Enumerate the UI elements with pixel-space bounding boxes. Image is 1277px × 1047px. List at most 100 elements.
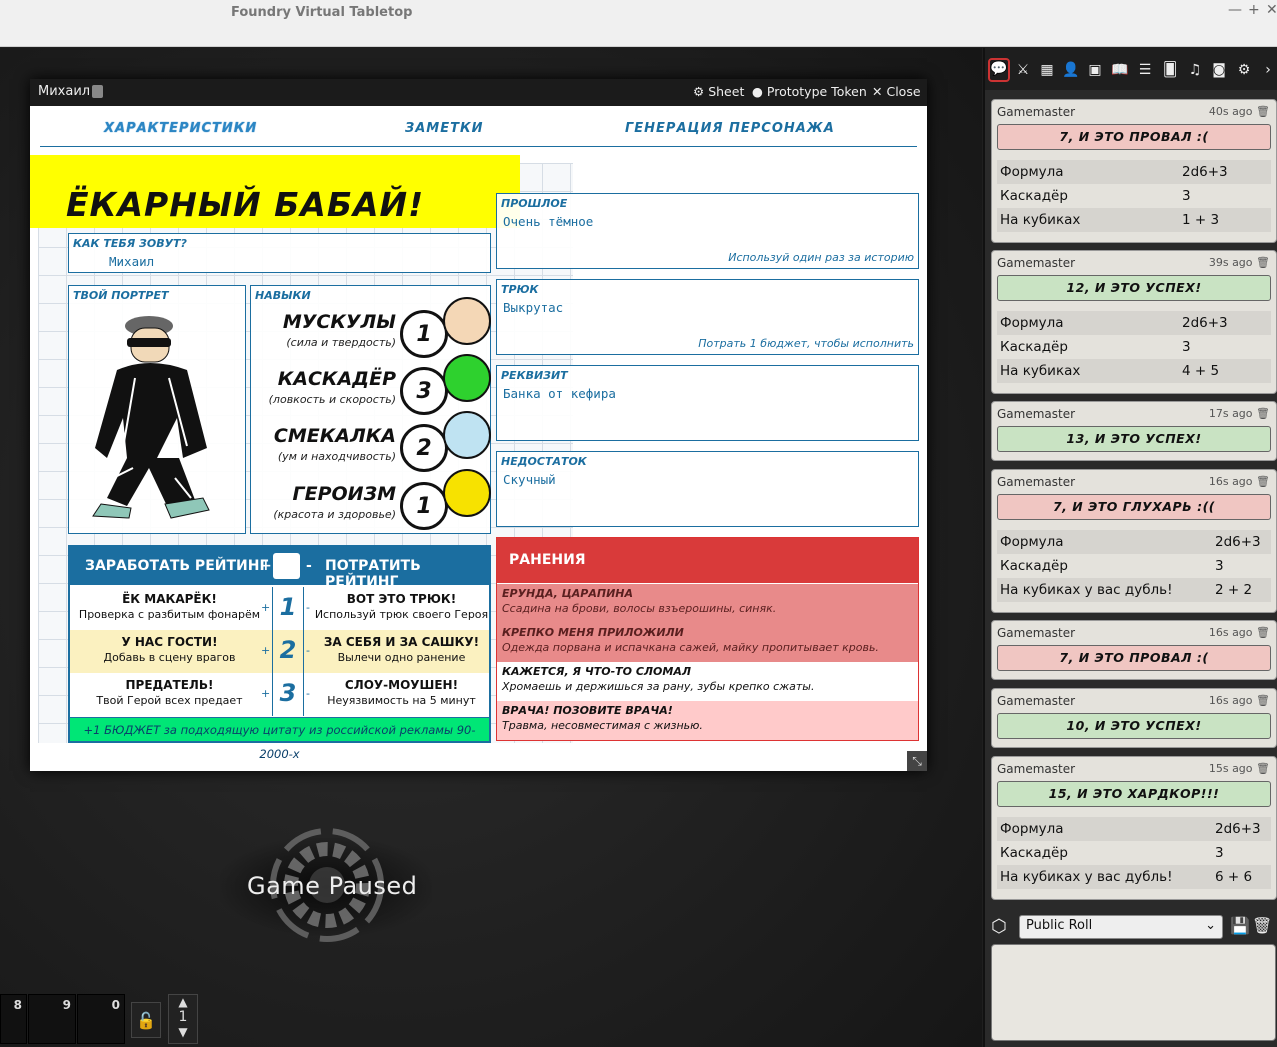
chat-message[interactable]: Gamemaster 40s ago 🗑 7, И ЭТО ПРОВАЛ :( … bbox=[991, 99, 1277, 243]
past-hint: Используй один раз за историю bbox=[728, 251, 914, 264]
trash-icon: 🗑 bbox=[1256, 626, 1270, 639]
trick-value[interactable]: Выкрутас bbox=[503, 300, 563, 315]
game-paused-label: Game Paused bbox=[247, 872, 418, 900]
rating-earn-option[interactable]: ПРЕДАТЕЛЬ! Твой Герой всех предает bbox=[72, 678, 267, 707]
wound-row[interactable]: КАЖЕТСЯ, Я ЧТО-ТО СЛОМАЛ Хромаешь и держи… bbox=[497, 662, 918, 701]
skill-value[interactable]: 1 bbox=[400, 482, 448, 530]
lock-icon[interactable]: 🔓 bbox=[131, 1002, 161, 1038]
rating-row: У НАС ГОСТИ! Добавь в сцену врагов + 2 - … bbox=[70, 630, 489, 673]
macro-slot[interactable]: 8 bbox=[0, 994, 27, 1044]
skill-description: (красота и здоровье) bbox=[273, 508, 396, 521]
roll-detail-line: Формула 2d6+3 bbox=[997, 530, 1271, 554]
chat-message-input[interactable] bbox=[991, 944, 1276, 1041]
name-field-value[interactable]: Михаил bbox=[109, 254, 154, 269]
wound-row[interactable]: КРЕПКО МЕНЯ ПРИЛОЖИЛИ Одежда порвана и ис… bbox=[497, 623, 918, 662]
close-window-button[interactable]: ✕ bbox=[1266, 2, 1277, 18]
minimize-button[interactable]: — bbox=[1228, 2, 1242, 18]
resize-handle-icon[interactable]: ⤡ bbox=[907, 751, 927, 771]
compendium-tab-icon[interactable]: ◙ bbox=[1210, 61, 1228, 79]
skill-value[interactable]: 3 bbox=[400, 367, 448, 415]
rating-earn-option[interactable]: ЁК МАКАРЁК! Проверка с разбитым фонарём bbox=[72, 592, 267, 621]
name-field[interactable]: КАК ТЕБЯ ЗОВУТ? Михаил bbox=[68, 233, 491, 273]
gear-icon: ⚙ bbox=[693, 84, 705, 99]
chat-tab-icon[interactable]: 💬 bbox=[988, 58, 1010, 82]
rating-panel: ЗАРАБОТАТЬ РЕЙТИНГ + - ПОТРАТИТЬ РЕЙТИНГ… bbox=[68, 545, 491, 761]
message-timestamp: 16s ago 🗑 bbox=[1208, 694, 1270, 707]
prototype-token-button[interactable]: ● Prototype Token bbox=[752, 84, 867, 99]
actors-tab-icon[interactable]: 👤 bbox=[1062, 61, 1080, 79]
chat-message[interactable]: Gamemaster 17s ago 🗑 13, И ЭТО УСПЕХ! bbox=[991, 401, 1277, 461]
wound-row[interactable]: ЕРУНДА, ЦАРАПИНА Ссадина на брови, волосы… bbox=[497, 584, 918, 623]
roll-mode-select[interactable]: Public Roll ⌄ bbox=[1019, 915, 1223, 939]
trash-icon: 🗑 bbox=[1256, 694, 1270, 707]
d20-icon[interactable]: ⬡ bbox=[991, 916, 1007, 937]
scenes-tab-icon[interactable]: ▦ bbox=[1038, 61, 1056, 79]
sheet-close-button[interactable]: ✕ Close bbox=[872, 84, 921, 99]
sheet-config-button[interactable]: ⚙ Sheet bbox=[693, 84, 744, 99]
earn-rating-label: ЗАРАБОТАТЬ РЕЙТИНГ bbox=[85, 558, 269, 574]
wound-row[interactable]: ВРАЧА! ПОЗОВИТЕ ВРАЧА! Травма, несовмести… bbox=[497, 701, 918, 740]
trash-icon[interactable]: 🗑 bbox=[1252, 916, 1272, 935]
trash-icon: 🗑 bbox=[1256, 475, 1270, 488]
rating-row: ЁК МАКАРЁК! Проверка с разбитым фонарём +… bbox=[70, 587, 489, 630]
trick-field[interactable]: ТРЮК Выкрутас Потрать 1 бюджет, чтобы ис… bbox=[496, 279, 919, 355]
hotbar-page-control[interactable]: ▲ 1 ▼ bbox=[168, 994, 198, 1044]
roll-result-banner: 10, И ЭТО УСПЕХ! bbox=[997, 713, 1271, 739]
roll-detail-line: Каскадёр 3 bbox=[1000, 558, 1224, 574]
tab-character-generation[interactable]: ГЕНЕРАЦИЯ ПЕРСОНАЖА bbox=[625, 121, 835, 136]
hotbar-page-number: 1 bbox=[178, 1009, 188, 1025]
chat-message[interactable]: Gamemaster 39s ago 🗑 12, И ЭТО УСПЕХ! Фо… bbox=[991, 250, 1277, 394]
skill-value[interactable]: 2 bbox=[400, 424, 448, 472]
wounds-panel: РАНЕНИЯ ЕРУНДА, ЦАРАПИНА Ссадина на брови… bbox=[496, 537, 919, 741]
tab-notes[interactable]: ЗАМЕТКИ bbox=[405, 121, 484, 136]
message-sender: Gamemaster bbox=[997, 256, 1076, 270]
portrait-image[interactable] bbox=[87, 308, 227, 530]
rating-header: ЗАРАБОТАТЬ РЕЙТИНГ + - ПОТРАТИТЬ РЕЙТИНГ bbox=[70, 547, 489, 590]
rating-spend-option[interactable]: ЗА СЕБЯ И ЗА САШКУ! Вылечи одно ранение bbox=[304, 635, 499, 664]
flaw-field[interactable]: НЕДОСТАТОК Скучный bbox=[496, 451, 919, 527]
prop-value[interactable]: Банка от кефира bbox=[503, 386, 616, 401]
id-card-icon[interactable] bbox=[92, 85, 103, 98]
user-circle-icon: ● bbox=[752, 84, 763, 99]
rating-spend-option[interactable]: СЛОУ-МОУШЕН! Неуязвимость на 5 минут bbox=[304, 678, 499, 707]
past-value[interactable]: Очень тёмное bbox=[503, 214, 593, 229]
chat-message[interactable]: Gamemaster 16s ago 🗑 10, И ЭТО УСПЕХ! bbox=[991, 688, 1277, 748]
roll-mode-bar: ⬡ Public Roll ⌄ 💾 🗑 bbox=[989, 914, 1277, 942]
macro-slot[interactable]: 9 bbox=[28, 994, 76, 1044]
roll-result-banner: 7, И ЭТО ПРОВАЛ :( bbox=[997, 124, 1271, 150]
rating-cost: 3 bbox=[279, 679, 297, 707]
skill-value[interactable]: 1 bbox=[400, 310, 448, 358]
sheet-header[interactable]: Михаил ⚙ Sheet ● Prototype Token ✕ Close bbox=[30, 79, 927, 106]
combat-tab-icon[interactable]: ⚔ bbox=[1014, 61, 1032, 79]
flaw-value[interactable]: Скучный bbox=[503, 472, 556, 487]
rating-input[interactable] bbox=[273, 553, 300, 579]
trash-icon: 🗑 bbox=[1256, 762, 1270, 775]
chat-message[interactable]: Gamemaster 15s ago 🗑 15, И ЭТО ХАРДКОР!!… bbox=[991, 756, 1277, 900]
items-tab-icon[interactable]: ▣ bbox=[1086, 61, 1104, 79]
playlists-tab-icon[interactable]: ♫ bbox=[1186, 61, 1204, 79]
rating-earn-option[interactable]: У НАС ГОСТИ! Добавь в сцену врагов bbox=[72, 635, 267, 664]
macro-slot[interactable]: 0 bbox=[77, 994, 125, 1044]
past-field[interactable]: ПРОШЛОЕ Очень тёмное Используй один раз … bbox=[496, 193, 919, 269]
page-up-icon[interactable]: ▲ bbox=[169, 995, 197, 1009]
cards-tab-icon[interactable]: 🂠 bbox=[1161, 61, 1179, 79]
prop-field[interactable]: РЕКВИЗИТ Банка от кефира bbox=[496, 365, 919, 441]
maximize-button[interactable]: + bbox=[1248, 2, 1260, 18]
settings-tab-icon[interactable]: ⚙ bbox=[1235, 61, 1253, 79]
roll-detail-line: На кубиках 4 + 5 bbox=[997, 359, 1271, 383]
rating-spend-option[interactable]: ВОТ ЭТО ТРЮК! Используй трюк своего Героя bbox=[304, 592, 499, 621]
save-icon[interactable]: 💾 bbox=[1230, 916, 1250, 935]
message-timestamp: 40s ago 🗑 bbox=[1208, 105, 1270, 118]
chat-message[interactable]: Gamemaster 16s ago 🗑 7, И ЭТО ПРОВАЛ :( bbox=[991, 620, 1277, 680]
tab-characteristics[interactable]: ХАРАКТЕРИСТИКИ bbox=[104, 121, 257, 136]
rating-minus-button[interactable]: - bbox=[306, 558, 312, 574]
collapse-sidebar-icon[interactable]: › bbox=[1259, 61, 1277, 79]
rating-plus-button[interactable]: + bbox=[260, 558, 272, 574]
roll-detail-line: Каскадёр 3 bbox=[1000, 188, 1191, 204]
page-down-icon[interactable]: ▼ bbox=[169, 1025, 197, 1039]
journal-tab-icon[interactable]: 📖 bbox=[1111, 61, 1129, 79]
portrait-box[interactable]: ТВОЙ ПОРТРЕТ bbox=[68, 285, 246, 534]
spend-rating-label: ПОТРАТИТЬ РЕЙТИНГ bbox=[325, 558, 421, 590]
chat-message[interactable]: Gamemaster 16s ago 🗑 7, И ЭТО ГЛУХАРЬ :(… bbox=[991, 469, 1277, 613]
tables-tab-icon[interactable]: ☰ bbox=[1136, 61, 1154, 79]
